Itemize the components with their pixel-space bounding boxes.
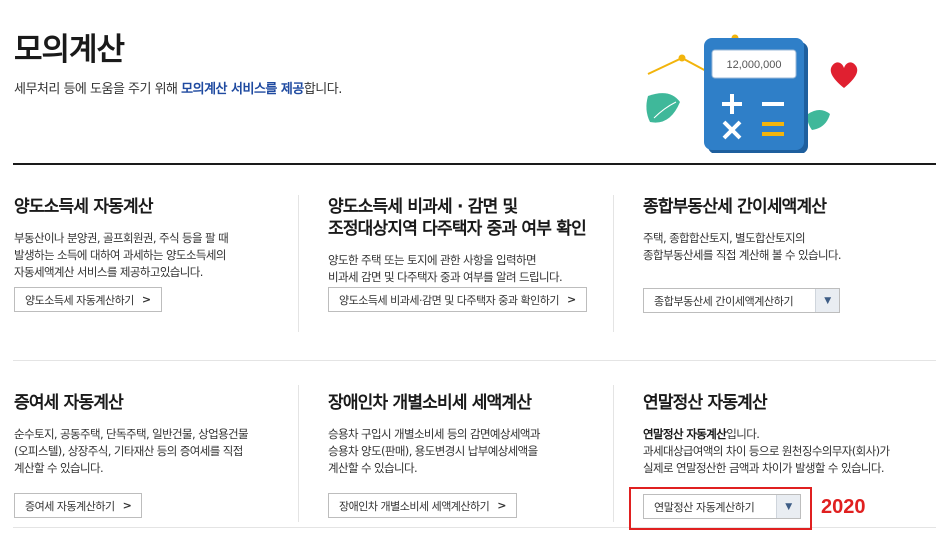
desc-prefix: 세무처리 등에 도움을 주기 위해 (14, 82, 182, 97)
card-description: 양도한 주택 또는 토지에 관한 사항을 입력하면 비과세 감면 및 다주택자 … (328, 253, 563, 284)
card-title: 양도소득세 비과세 · 감면 및 조정대상지역 다주택자 중과 여부 확인 (328, 197, 587, 239)
annotation-year: 2020 (821, 496, 866, 518)
select-label: 종합부동산세 간이세액계산하기 (654, 294, 794, 308)
annotation-highlight-box (629, 487, 812, 530)
button-label: 양도소득세 자동계산하기 (25, 293, 134, 307)
card-description: 승용차 구입시 개별소비세 등의 감면예상세액과 승용차 양도(판매), 용도변… (328, 427, 540, 475)
gift-tax-calc-button[interactable]: 증여세 자동계산하기 > (14, 493, 143, 518)
chevron-down-icon[interactable]: ▼ (815, 289, 839, 312)
chevron-right-icon: > (567, 293, 576, 306)
realestate-tax-select[interactable]: 종합부동산세 간이세액계산하기 ▼ (643, 288, 840, 313)
card-title: 장애인차 개별소비세 세액계산 (328, 393, 532, 413)
card-capital-gains-tax: 양도소득세 자동계산 부동산이나 분양권, 골프회원권, 주식 등을 팔 때 발… (14, 196, 304, 281)
calculator-display: 12,000,000 (726, 59, 781, 71)
vehicle-tax-calc-button[interactable]: 장애인차 개별소비세 세액계산하기 > (328, 493, 518, 518)
section-mid-rule (13, 360, 936, 361)
chevron-right-icon: > (122, 499, 132, 512)
card-description: 부동산이나 분양권, 골프회원권, 주식 등을 팔 때 발생하는 소득에 대하여… (14, 231, 229, 279)
desc-bold: 연말정산 자동계산 (643, 427, 727, 441)
card-description: 순수토지, 공동주택, 단독주택, 일반건물, 상업용건물 (오피스텔), 상장… (14, 427, 249, 475)
nontaxable-check-button[interactable]: 양도소득세 비과세·감면 및 다주택자 중과 확인하기 > (328, 287, 587, 312)
card-title: 증여세 자동계산 (14, 393, 124, 413)
chevron-right-icon: > (497, 499, 507, 512)
card-gift-tax: 증여세 자동계산 순수토지, 공동주택, 단독주택, 일반건물, 상업용건물 (… (14, 392, 304, 477)
capital-gains-calc-button[interactable]: 양도소득세 자동계산하기 > (14, 287, 162, 312)
desc-suffix: 합니다. (303, 82, 343, 97)
card-comprehensive-realestate-tax: 종합부동산세 간이세액계산 주택, 종합합산토지, 별도합산토지의 종합부동산세… (643, 196, 933, 264)
card-description: 주택, 종합합산토지, 별도합산토지의 종합부동산세를 직접 계산해 볼 수 있… (643, 231, 842, 262)
desc-bold-suffix: 입니다. (726, 427, 760, 441)
desc-body: 과세대상급여액의 차이 등으로 원천징수의무자(회사)가 실제로 연말정산한 금… (643, 444, 890, 475)
card-nontaxable-check: 양도소득세 비과세 · 감면 및 조정대상지역 다주택자 중과 여부 확인 양도… (328, 196, 618, 286)
card-title: 연말정산 자동계산 (643, 393, 768, 413)
heart-icon (830, 62, 858, 88)
leaf-icon (646, 93, 680, 123)
button-label: 증여세 자동계산하기 (25, 499, 115, 513)
button-label: 양도소득세 비과세·감면 및 다주택자 중과 확인하기 (339, 293, 560, 307)
chevron-right-icon: > (141, 293, 151, 306)
card-disabled-vehicle-tax: 장애인차 개별소비세 세액계산 승용차 구입시 개별소비세 등의 감면예상세액과… (328, 392, 618, 477)
section-top-rule (13, 163, 936, 165)
card-title: 종합부동산세 간이세액계산 (643, 197, 827, 217)
card-title: 양도소득세 자동계산 (14, 197, 153, 217)
card-year-end-settlement: 연말정산 자동계산 연말정산 자동계산입니다. 과세대상급여액의 차이 등으로 … (643, 392, 933, 477)
page-description: 세무처리 등에 도움을 주기 위해 모의계산 서비스를 제공합니다. (14, 78, 342, 97)
desc-highlight: 모의계산 서비스를 제공 (181, 82, 304, 97)
card-description: 연말정산 자동계산입니다. 과세대상급여액의 차이 등으로 원천징수의무자(회사… (643, 426, 933, 477)
calculator-illustration: 12,000,000 (646, 34, 858, 153)
button-label: 장애인차 개별소비세 세액계산하기 (339, 499, 490, 513)
page-title: 모의계산 (14, 32, 125, 68)
